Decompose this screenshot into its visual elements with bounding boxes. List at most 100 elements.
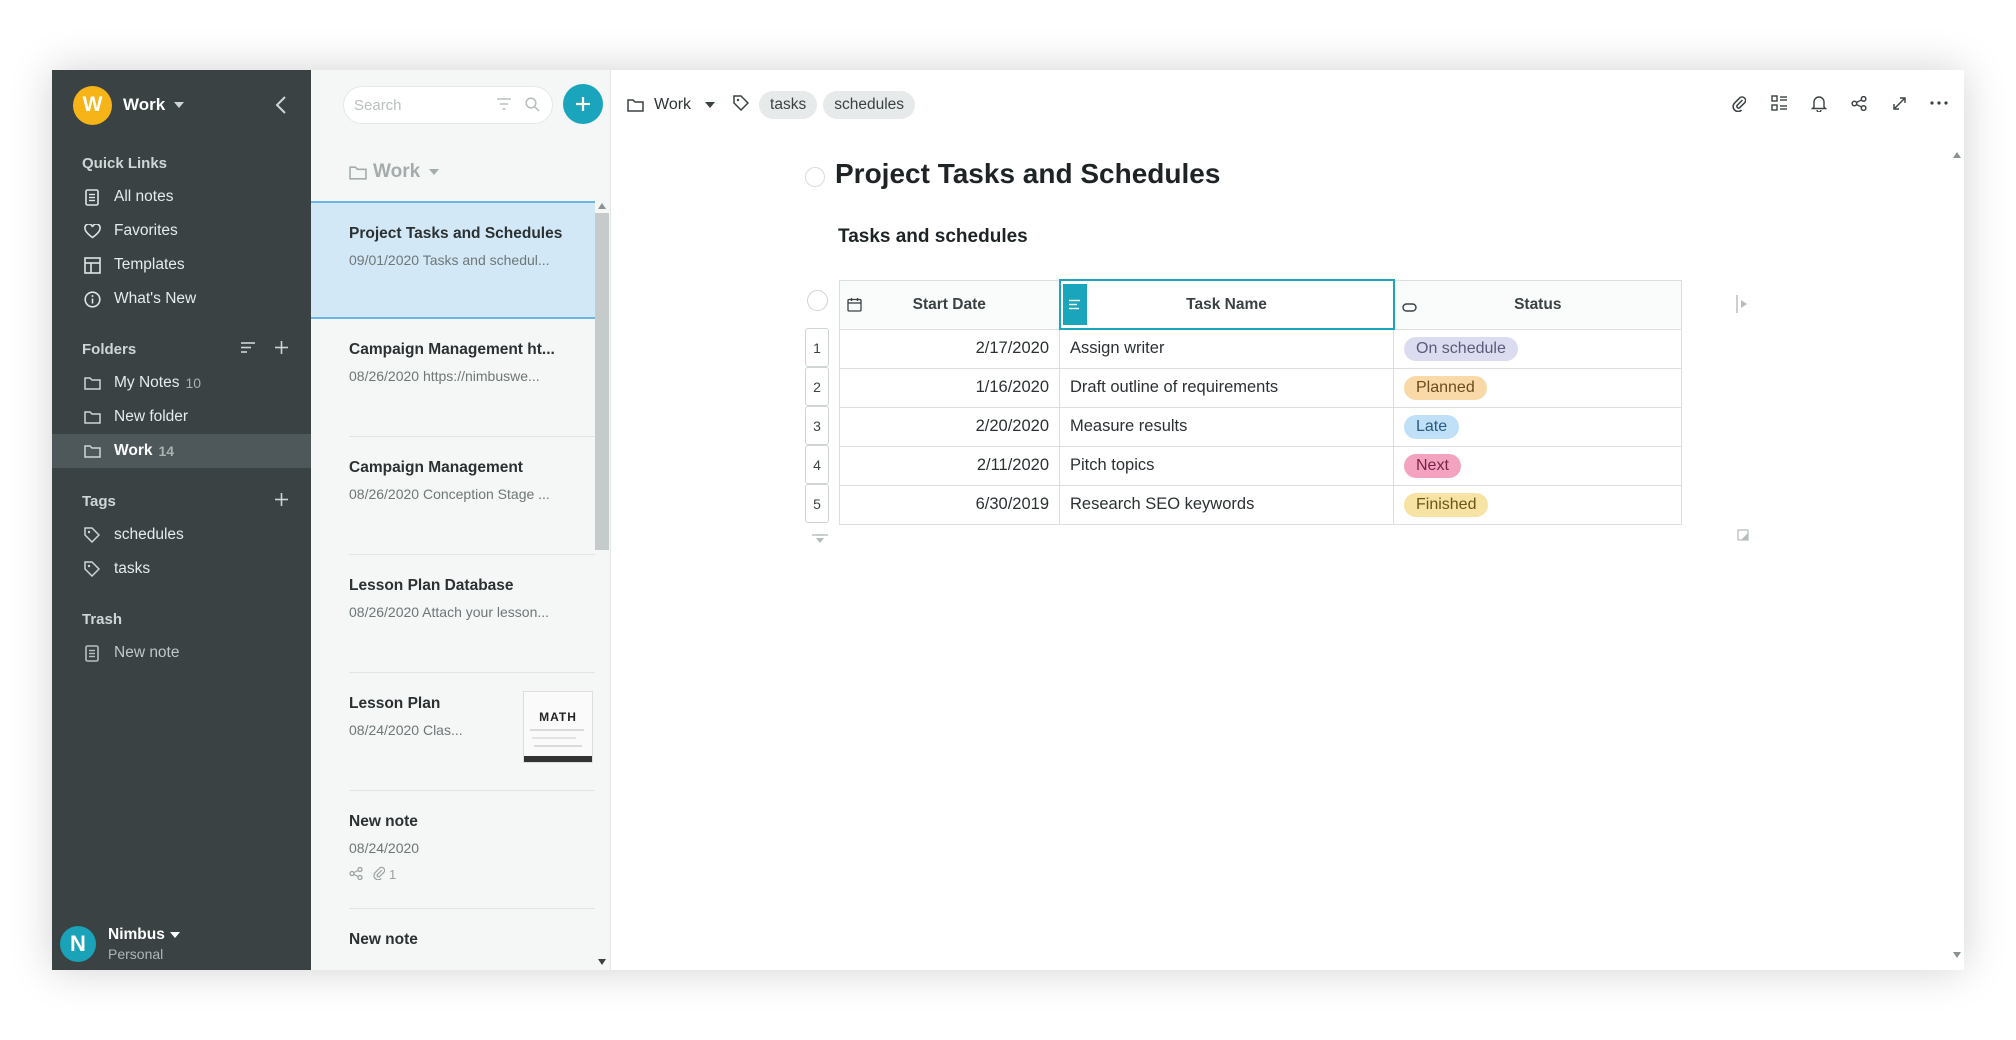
- cell-status[interactable]: Planned: [1393, 367, 1682, 408]
- list-item[interactable]: Campaign Management 08/26/2020 Conceptio…: [349, 437, 595, 555]
- sidebar-item-label: All notes: [114, 188, 174, 205]
- collapse-sidebar-icon[interactable]: [273, 94, 289, 116]
- cell-start-date[interactable]: 2/11/2020: [839, 445, 1060, 486]
- trash-note[interactable]: New note: [52, 636, 311, 670]
- current-folder-title[interactable]: Work: [311, 140, 610, 204]
- cell-status[interactable]: Late: [1393, 406, 1682, 447]
- sidebar-folder-my-notes[interactable]: My Notes 10: [52, 366, 311, 400]
- add-tag-icon[interactable]: [274, 492, 289, 511]
- row-number[interactable]: 5: [805, 484, 829, 523]
- sidebar-folder-work[interactable]: Work 14: [52, 434, 311, 468]
- title-checkbox[interactable]: [805, 167, 825, 187]
- bell-icon[interactable]: [1810, 94, 1828, 112]
- heart-icon: [83, 222, 101, 240]
- note-title: Campaign Management: [349, 459, 523, 476]
- note-list-scrollbar[interactable]: [594, 201, 609, 970]
- cell-status[interactable]: Finished: [1393, 484, 1682, 525]
- more-options-icon[interactable]: [1930, 94, 1948, 112]
- list-item[interactable]: New note: [349, 909, 595, 970]
- scroll-down-icon[interactable]: [1952, 946, 1962, 964]
- filter-icon[interactable]: [496, 97, 512, 116]
- attachment-count: 1: [389, 867, 397, 882]
- row-number[interactable]: 2: [805, 367, 829, 406]
- attachment-icon[interactable]: [1730, 94, 1748, 112]
- cell-status[interactable]: On schedule: [1393, 328, 1682, 369]
- cell-status[interactable]: Next: [1393, 445, 1682, 486]
- add-column-icon[interactable]: [1735, 294, 1749, 319]
- add-folder-icon[interactable]: [274, 340, 289, 359]
- section-heading[interactable]: Tasks and schedules: [838, 226, 1028, 248]
- cell-task-name[interactable]: Draft outline of requirements: [1059, 367, 1394, 408]
- folders-title: Folders: [82, 340, 137, 358]
- new-note-button[interactable]: [563, 84, 603, 124]
- cell-task-name[interactable]: Measure results: [1059, 406, 1394, 447]
- tag-chip-tasks[interactable]: tasks: [759, 91, 818, 119]
- sort-icon[interactable]: [240, 341, 256, 358]
- scroll-up-icon[interactable]: [1952, 146, 1962, 164]
- notes-list: Project Tasks and Schedules 09/01/2020 T…: [311, 201, 595, 970]
- note-icon: [83, 188, 101, 206]
- row-number[interactable]: 1: [805, 328, 829, 367]
- sidebar-tag-tasks[interactable]: tasks: [52, 552, 311, 586]
- workspace-avatar: W: [73, 85, 112, 125]
- list-item[interactable]: Campaign Management ht... 08/26/2020 htt…: [349, 319, 595, 437]
- tag-icon[interactable]: [733, 94, 750, 116]
- search-input[interactable]: [354, 96, 484, 114]
- folder-icon: [349, 165, 367, 180]
- folders-section: Folders: [52, 332, 311, 366]
- status-badge: Finished: [1404, 492, 1489, 517]
- cell-start-date[interactable]: 1/16/2020: [839, 367, 1060, 408]
- cell-start-date[interactable]: 2/17/2020: [839, 328, 1060, 369]
- scroll-up-icon[interactable]: [597, 202, 607, 210]
- list-item[interactable]: Lesson Plan 08/24/2020 Clas... MATH: [349, 673, 595, 791]
- expand-icon[interactable]: [1890, 94, 1908, 112]
- trash-title[interactable]: Trash: [52, 602, 311, 636]
- sidebar-item-favorites[interactable]: Favorites: [52, 214, 311, 248]
- column-header-task-name[interactable]: Task Name: [1058, 279, 1395, 330]
- note-title: Lesson Plan Database: [349, 577, 514, 594]
- breadcrumb[interactable]: Work: [627, 96, 716, 114]
- cell-task-name[interactable]: Assign writer: [1059, 328, 1394, 369]
- table-of-contents-icon[interactable]: [1770, 94, 1788, 112]
- status-badge: On schedule: [1404, 336, 1518, 361]
- sidebar-item-label: What's New: [114, 290, 197, 307]
- row-number[interactable]: 3: [805, 406, 829, 445]
- add-row-icon[interactable]: [811, 531, 829, 549]
- sidebar-folder-new-folder[interactable]: New folder: [52, 400, 311, 434]
- table-row: 6/30/2019 Research SEO keywords Finished: [839, 484, 1682, 525]
- column-label: Status: [1514, 295, 1562, 313]
- trash-note-label: New note: [114, 644, 180, 661]
- sidebar-tag-schedules[interactable]: schedules: [52, 518, 311, 552]
- note-title: New note: [349, 813, 418, 830]
- row-number[interactable]: 4: [805, 445, 829, 484]
- user-account[interactable]: N Nimbus Personal: [60, 926, 180, 962]
- scroll-down-icon[interactable]: [597, 958, 607, 966]
- resize-handle-icon[interactable]: [1737, 528, 1749, 546]
- note-preview: 09/01/2020 Tasks and schedul...: [349, 252, 550, 268]
- sidebar-item-templates[interactable]: Templates: [52, 248, 311, 282]
- share-icon[interactable]: [1850, 94, 1868, 112]
- search-box: [343, 86, 553, 124]
- column-header-status[interactable]: Status: [1393, 279, 1682, 330]
- list-item[interactable]: Project Tasks and Schedules 09/01/2020 T…: [311, 201, 595, 319]
- plus-icon: [576, 97, 590, 111]
- folder-label: My Notes: [114, 374, 180, 391]
- cell-task-name[interactable]: Research SEO keywords: [1059, 484, 1394, 525]
- status-badge: Planned: [1404, 375, 1487, 400]
- page-title[interactable]: Project Tasks and Schedules: [835, 158, 1220, 190]
- note-icon: [83, 644, 101, 662]
- tag-chip-schedules[interactable]: schedules: [823, 91, 916, 119]
- cell-start-date[interactable]: 6/30/2019: [839, 484, 1060, 525]
- scroll-thumb[interactable]: [595, 213, 609, 550]
- select-all-rows[interactable]: [807, 290, 828, 311]
- tags-title: Tags: [82, 492, 116, 510]
- list-item[interactable]: Lesson Plan Database 08/26/2020 Attach y…: [349, 555, 595, 673]
- cell-task-name[interactable]: Pitch topics: [1059, 445, 1394, 486]
- sidebar-item-all-notes[interactable]: All notes: [52, 180, 311, 214]
- column-header-start-date[interactable]: Start Date: [839, 279, 1060, 330]
- folder-count: 14: [158, 443, 175, 459]
- search-icon[interactable]: [525, 97, 540, 117]
- cell-start-date[interactable]: 2/20/2020: [839, 406, 1060, 447]
- list-item[interactable]: New note 08/24/2020 1: [349, 791, 595, 909]
- sidebar-item-whats-new[interactable]: What's New: [52, 282, 311, 316]
